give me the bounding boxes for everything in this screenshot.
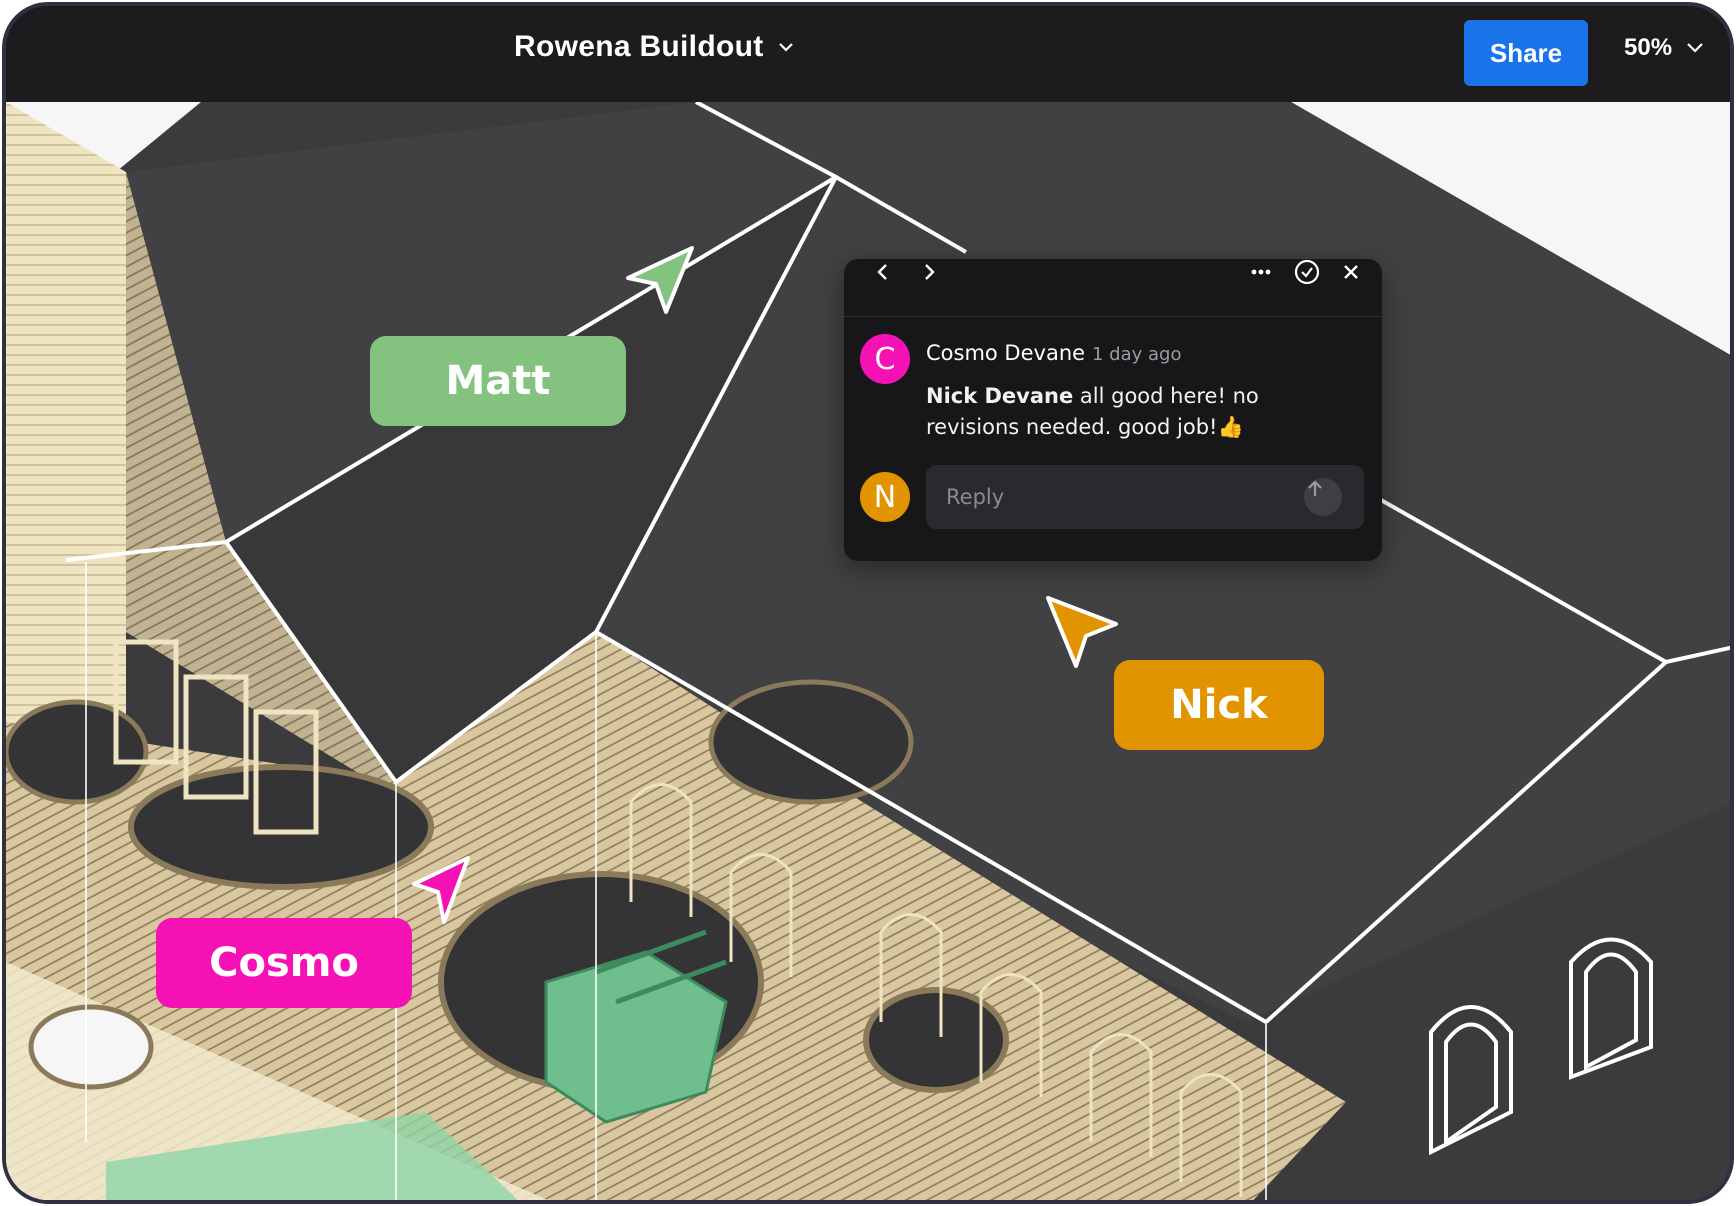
- author-avatar: C: [860, 334, 910, 384]
- nick-cursor-icon: [1046, 596, 1118, 668]
- chevron-left-icon[interactable]: [870, 259, 896, 285]
- app-frame: Rowena Buildout Share 50% Matt Nick Cosm…: [2, 2, 1734, 1204]
- zoom-level: 50%: [1624, 34, 1673, 61]
- cosmo-label: Cosmo: [156, 918, 412, 1008]
- matt-label: Matt: [370, 336, 626, 426]
- comment-time: 1 day ago: [1092, 344, 1182, 365]
- document-title: Rowena Buildout: [514, 30, 764, 63]
- comment-toolbar: [844, 259, 1382, 317]
- arrow-up-icon: [1308, 480, 1322, 496]
- nick-label: Nick: [1114, 660, 1324, 750]
- comment-author: Cosmo Devane: [926, 341, 1086, 365]
- comment-body: Nick Devane all good here! no revisions …: [926, 381, 1356, 443]
- zoom-menu[interactable]: 50%: [1624, 34, 1706, 62]
- reply-avatar: N: [860, 472, 910, 522]
- model-canvas[interactable]: Matt Nick Cosmo C Cosmo Devane 1 day ago…: [6, 102, 1730, 1200]
- chevron-down-icon: [1687, 43, 1703, 53]
- chevron-down-icon: [779, 43, 794, 52]
- chevron-right-icon[interactable]: [916, 259, 942, 285]
- send-button[interactable]: [1304, 478, 1342, 516]
- check-circle-icon[interactable]: [1294, 259, 1320, 285]
- reply-box: [926, 465, 1364, 529]
- more-icon[interactable]: [1248, 259, 1274, 285]
- document-title-menu[interactable]: Rowena Buildout: [514, 30, 797, 64]
- matt-cursor-icon: [626, 246, 694, 314]
- reply-input[interactable]: [926, 465, 1306, 529]
- close-icon[interactable]: [1338, 259, 1364, 285]
- cosmo-cursor-icon: [412, 856, 470, 924]
- comment-thread: C Cosmo Devane 1 day ago Nick Devane all…: [844, 259, 1382, 561]
- share-button[interactable]: Share: [1464, 20, 1588, 86]
- top-bar: Rowena Buildout Share 50%: [6, 6, 1730, 102]
- comment-mention[interactable]: Nick Devane: [926, 384, 1073, 408]
